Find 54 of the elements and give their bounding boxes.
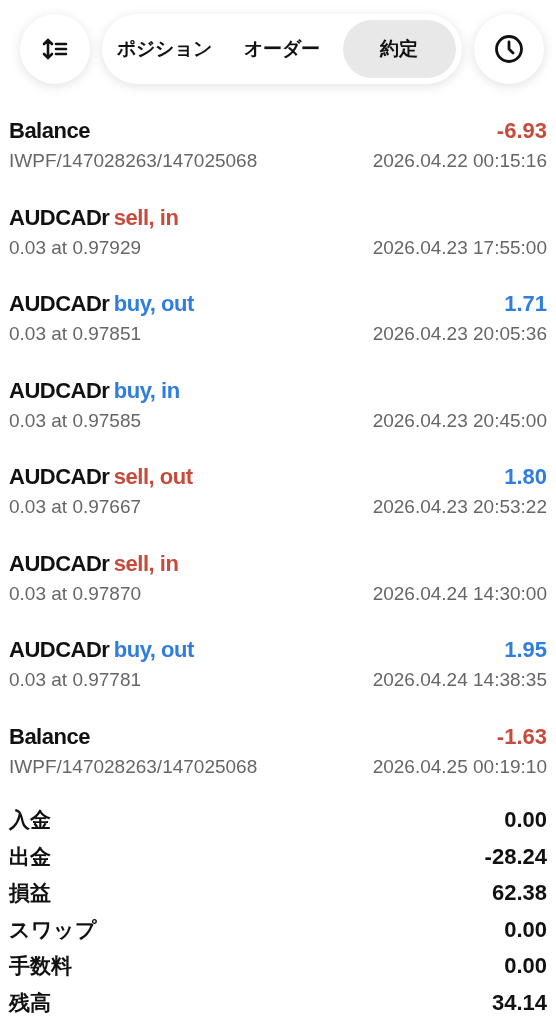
deal-time: 2026.04.23 17:55:00: [372, 236, 547, 259]
deal-title: Balance: [9, 118, 90, 144]
deal-action: buy, in: [113, 377, 180, 403]
summary-value: 34.14: [491, 989, 547, 1016]
profit-amount: 1.80: [504, 464, 547, 491]
deal-title: AUDCADr: [9, 291, 110, 317]
summary-value: 0.00: [504, 916, 547, 943]
deal-detail: 0.03 at 0.97870: [9, 582, 142, 605]
summary-value: -28.24: [484, 843, 547, 870]
summary-value: 0.00: [504, 807, 547, 834]
history-button[interactable]: [474, 14, 544, 84]
tab[interactable]: オーダー: [225, 20, 339, 78]
summary-label: 入金: [9, 807, 51, 834]
deal-time: 2026.04.23 20:05:36: [372, 323, 547, 346]
sort-button[interactable]: [20, 14, 90, 84]
tab[interactable]: ポジション: [108, 20, 222, 78]
deal-detail: 0.03 at 0.97851: [9, 323, 142, 346]
deal-action: sell, in: [113, 204, 179, 230]
deal-action: sell, in: [113, 550, 179, 576]
deal-action: buy, out: [113, 291, 194, 317]
summary-label: スワップ: [9, 916, 97, 943]
deal-title: Balance: [9, 723, 90, 749]
summary-value: 62.38: [491, 880, 547, 907]
clock-icon: [494, 34, 524, 64]
deal-time: 2026.04.22 00:15:16: [372, 150, 547, 173]
deal-title: AUDCADr: [9, 637, 110, 663]
profit-amount: -6.93: [496, 118, 547, 145]
deal-detail: 0.03 at 0.97781: [9, 669, 142, 692]
deal-time: 2026.04.24 14:38:35: [372, 669, 547, 692]
deal-detail: 0.03 at 0.97667: [9, 496, 142, 519]
deal-time: 2026.04.24 14:30:00: [372, 582, 547, 605]
profit-amount: 1.71: [504, 291, 547, 318]
deal-detail: 0.03 at 0.97929: [9, 236, 142, 259]
deal-action: buy, out: [113, 637, 194, 663]
deal-action: sell, out: [113, 464, 193, 490]
deal-detail: IWPF/147028263/147025068: [9, 755, 258, 778]
deal-title: AUDCADr: [9, 464, 110, 490]
deal-time: 2026.04.23 20:53:22: [372, 496, 547, 519]
deal-title: AUDCADr: [9, 377, 110, 403]
summary-label: 出金: [9, 843, 51, 870]
summary-label: 手数料: [9, 953, 72, 980]
deal-time: 2026.04.25 00:19:10: [372, 755, 547, 778]
deal-title: AUDCADr: [9, 204, 110, 230]
sort-icon: [42, 38, 68, 60]
deal-detail: IWPF/147028263/147025068: [9, 150, 258, 173]
deal-detail: 0.03 at 0.97585: [9, 409, 142, 432]
summary-label: 損益: [9, 880, 51, 907]
deal-time: 2026.04.23 20:45:00: [372, 409, 547, 432]
summary-value: 0.00: [504, 953, 547, 980]
tab[interactable]: 約定: [342, 20, 456, 78]
summary-label: 残高: [9, 989, 51, 1016]
deal-title: AUDCADr: [9, 550, 110, 576]
profit-amount: -1.63: [496, 723, 547, 750]
profit-amount: 1.95: [504, 637, 547, 664]
